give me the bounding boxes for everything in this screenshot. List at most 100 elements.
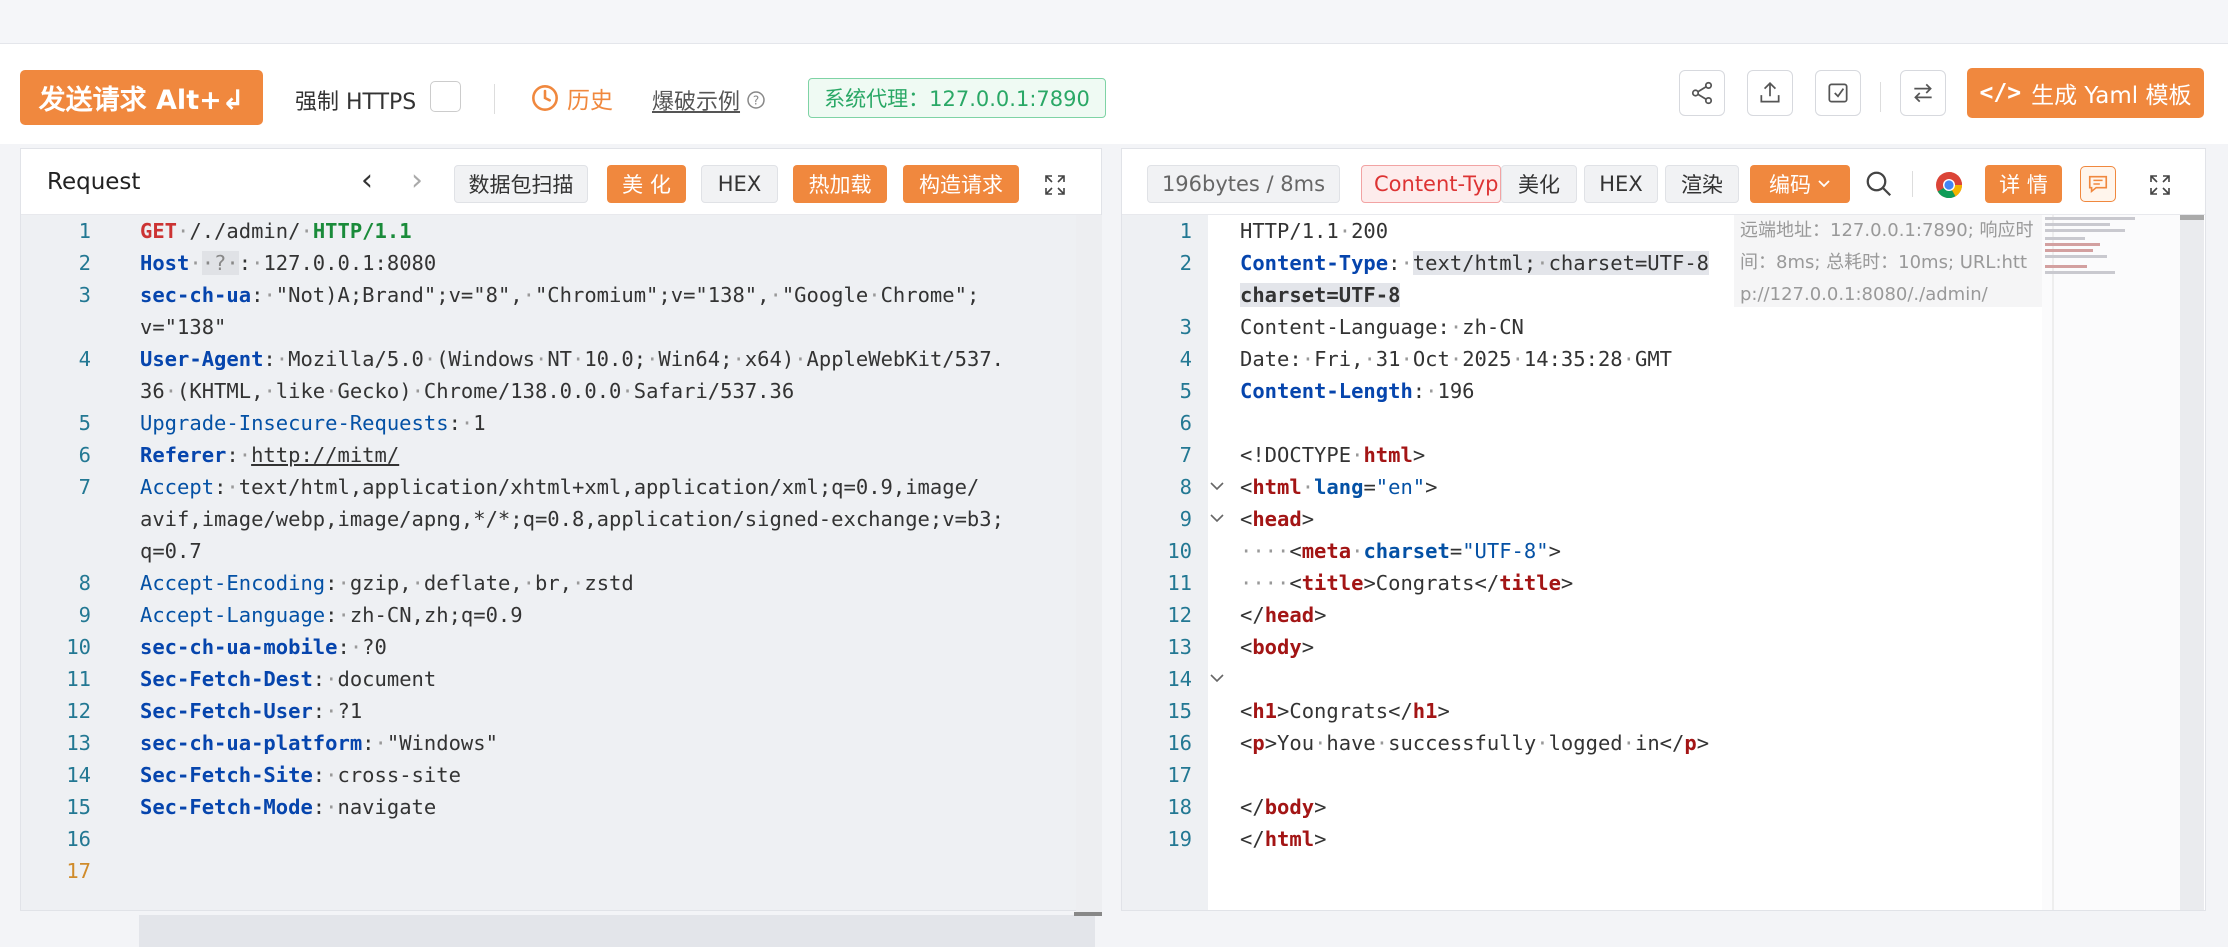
code-line: Accept-Encoding:·gzip,·deflate,·br,·zstd — [140, 571, 634, 595]
line-number: 13 — [1167, 635, 1192, 659]
request-scrollbar-track[interactable] — [1076, 215, 1102, 912]
fuzz-example-link[interactable]: 爆破示例 ? — [652, 84, 766, 116]
force-https-checkbox[interactable] — [430, 81, 461, 112]
code-line: GET·/./admin/·HTTP/1.1 — [140, 219, 412, 243]
fullscreen-icon[interactable] — [2148, 173, 2172, 197]
line-number: 16 — [1167, 731, 1192, 755]
code-line: 36·(KHTML,·like·Gecko)·Chrome/138.0.0.0·… — [140, 379, 795, 403]
prev-arrow-icon[interactable]: ‹ — [361, 163, 373, 198]
minimap-line — [2045, 265, 2087, 268]
import-button[interactable] — [1815, 70, 1861, 116]
minimap-line — [2045, 243, 2100, 246]
hot-reload-button[interactable]: 热加载 — [793, 165, 887, 203]
line-number: 8 — [78, 571, 91, 595]
top-strip — [0, 0, 2228, 44]
resp-hex-button[interactable]: HEX — [1584, 165, 1658, 203]
code-line: <html·lang="en"> — [1240, 475, 1438, 499]
response-header: 196bytes / 8ms Content-Typ 美化 HEX 渲染 编码 … — [1122, 149, 2205, 215]
toolbar: 发送请求 Alt+↲ 强制 HTTPS 历史 爆破示例 ? 系统代理：127.0… — [0, 44, 2228, 144]
line-number: 5 — [78, 411, 91, 435]
hex-button[interactable]: HEX — [701, 165, 778, 203]
minimap[interactable] — [2042, 215, 2180, 910]
search-icon[interactable] — [1864, 169, 1894, 199]
packet-scan-button[interactable]: 数据包扫描 — [454, 165, 588, 203]
code-line: </body> — [1240, 795, 1327, 819]
clock-icon — [532, 85, 558, 111]
chrome-icon[interactable] — [1934, 170, 1964, 200]
beautify-button[interactable]: 美 化 — [607, 165, 686, 203]
swap-button[interactable] — [1900, 70, 1946, 116]
request-scrollbar-thumb[interactable] — [1074, 912, 1102, 916]
history-button[interactable]: 历史 — [531, 81, 613, 115]
line-number: 7 — [1179, 443, 1192, 467]
code-line: Sec-Fetch-Dest:·document — [140, 667, 437, 691]
code-line: sec-ch-ua:·"Not)A;Brand";v="8",·"Chromiu… — [140, 283, 980, 307]
tooltip-line: p://127.0.0.1:8080/./admin/ — [1740, 284, 1988, 305]
share-icon — [1691, 81, 1713, 105]
line-number: 4 — [78, 347, 91, 371]
code-line: Sec-Fetch-Mode:·navigate — [140, 795, 437, 819]
send-request-button[interactable]: 发送请求 Alt+↲ — [20, 70, 263, 125]
toolbar-divider-2 — [1880, 82, 1881, 112]
line-number: 9 — [78, 603, 91, 627]
render-button[interactable]: 渲染 — [1665, 165, 1739, 203]
code-line: Sec-Fetch-User:·?1 — [140, 699, 363, 723]
line-number: 1 — [78, 219, 91, 243]
content-type-tag[interactable]: Content-Typ — [1361, 165, 1501, 203]
fold-chevron-icon[interactable] — [1208, 509, 1226, 532]
build-request-button[interactable]: 构造请求 — [903, 165, 1019, 203]
export-button[interactable] — [1747, 70, 1793, 116]
code-line: charset=UTF-8 — [1240, 283, 1401, 307]
code-line: Content-Type:·text/html;·charset=UTF-8 — [1240, 251, 1710, 275]
line-number: 9 — [1179, 507, 1192, 531]
generate-yaml-button[interactable]: </> 生成 Yaml 模板 — [1967, 68, 2204, 118]
minimap-line — [2045, 255, 2107, 258]
fold-chevron-icon[interactable] — [1208, 669, 1226, 692]
line-number: 13 — [66, 731, 91, 755]
line-number: 3 — [1179, 315, 1192, 339]
line-number: 12 — [66, 699, 91, 723]
code-line: Upgrade-Insecure-Requests:·1 — [140, 411, 486, 435]
line-number: 4 — [1179, 347, 1192, 371]
response-scrollbar[interactable] — [2180, 215, 2204, 910]
line-number: 10 — [66, 635, 91, 659]
response-panel: 196bytes / 8ms Content-Typ 美化 HEX 渲染 编码 … — [1121, 148, 2206, 911]
minimap-line — [2045, 237, 2085, 240]
minimap-line — [2045, 217, 2135, 220]
proxy-badge[interactable]: 系统代理：127.0.0.1:7890 — [808, 78, 1106, 118]
code-line: HTTP/1.1·200 — [1240, 219, 1389, 243]
generate-yaml-label: 生成 Yaml 模板 — [2031, 83, 2192, 109]
code-line: avif,image/webp,image/apng,*/*;q=0.8,app… — [140, 507, 1004, 531]
next-arrow-icon[interactable]: › — [411, 163, 423, 198]
code-line: <h1>Congrats</h1> — [1240, 699, 1450, 723]
response-scrollbar-thumb[interactable] — [2180, 215, 2204, 220]
code-line: Host··?·:·127.0.0.1:8080 — [140, 251, 437, 275]
details-button[interactable]: 详 情 — [1985, 165, 2062, 203]
minimap-line — [2045, 271, 2115, 274]
request-editor[interactable]: 1 GET·/./admin/·HTTP/1.1 2 Host··?·:·127.0.… — [21, 215, 1102, 947]
fullscreen-icon[interactable] — [1043, 173, 1067, 197]
encoding-dropdown[interactable]: 编码 — [1750, 165, 1850, 203]
code-line: v="138" — [140, 315, 227, 339]
upload-icon — [1760, 82, 1780, 103]
resp-beautify-button[interactable]: 美化 — [1501, 165, 1577, 203]
fold-chevron-icon[interactable] — [1208, 477, 1226, 500]
code-line: User-Agent:·Mozilla/5.0·(Windows·NT·10.0… — [140, 347, 1005, 371]
minimap-line — [2045, 249, 2093, 252]
line-number: 15 — [1167, 699, 1192, 723]
line-number: 18 — [1167, 795, 1192, 819]
share-button[interactable] — [1679, 70, 1725, 116]
code-line: <p>You·have·successfully·logged·in</p> — [1240, 731, 1710, 755]
toolbar-divider — [494, 84, 495, 114]
minimap-line — [2045, 223, 2110, 226]
code-line: ····<title>Congrats</title> — [1240, 571, 1574, 595]
fuzz-example-label: 爆破示例 — [652, 90, 741, 115]
code-line: q=0.7 — [140, 539, 202, 563]
minimap-guide — [2052, 215, 2054, 910]
code-line: Content-Length:·196 — [1240, 379, 1475, 403]
comment-button[interactable] — [2080, 166, 2116, 202]
svg-text:?: ? — [753, 94, 759, 108]
comment-icon — [2088, 175, 2108, 194]
request-header: Request ‹ › 数据包扫描 美 化 HEX 热加载 构造请求 — [21, 149, 1101, 215]
response-editor[interactable]: 远端地址：127.0.0.1:7890; 响应时 间：8ms; 总耗时：10ms… — [1122, 215, 2205, 910]
